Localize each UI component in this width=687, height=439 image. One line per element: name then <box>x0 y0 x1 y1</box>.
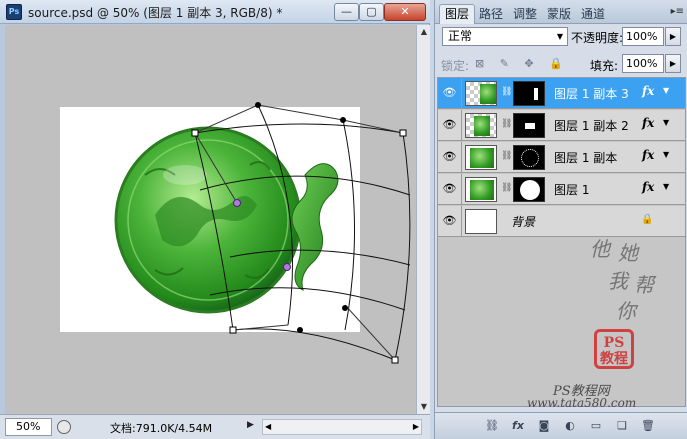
layer-name: 图层 1 副本 3 <box>554 87 629 101</box>
tab-paths[interactable]: 路径 <box>473 4 509 24</box>
panel-tabs: 图层 路径 调整 蒙版 通道 ▸≡ <box>435 0 687 24</box>
document-titlebar[interactable]: Ps source.psd @ 50% (图层 1 副本 3, RGB/8) *… <box>0 0 430 24</box>
opacity-slider-button[interactable]: ▶ <box>665 27 681 46</box>
new-group-icon[interactable]: ▭ <box>587 418 605 434</box>
adjustment-layer-icon[interactable]: ◐ <box>561 418 579 434</box>
layer-mask-thumbnail[interactable] <box>513 113 545 138</box>
photoshop-window: Ps source.psd @ 50% (图层 1 副本 3, RGB/8) *… <box>0 0 687 439</box>
opacity-field[interactable]: 100% <box>622 27 664 46</box>
layer-name: 图层 1 <box>554 183 590 197</box>
layer-mask-thumbnail[interactable] <box>513 81 545 106</box>
new-layer-icon[interactable]: ❏ <box>613 418 631 434</box>
fx-expand-icon[interactable]: ▼ <box>663 150 669 159</box>
visibility-eye-icon[interactable]: 👁 <box>441 117 458 132</box>
tab-layers[interactable]: 图层 <box>439 4 476 24</box>
background-thumbnail <box>465 209 497 234</box>
fx-icon[interactable]: fx <box>642 116 654 130</box>
tab-masks[interactable]: 蒙版 <box>541 4 577 24</box>
panel-footer: ⛓ fx ◙ ◐ ▭ ❏ 🗑 <box>435 412 687 439</box>
layer-thumbnail <box>465 145 497 170</box>
lock-label: 锁定: <box>441 59 470 73</box>
photoshop-app-icon: Ps <box>6 4 22 20</box>
document-title: source.psd @ 50% (图层 1 副本 3, RGB/8) * <box>28 6 283 20</box>
blend-mode-value: 正常 <box>448 29 473 43</box>
layer-style-fx-icon[interactable]: fx <box>509 418 527 434</box>
document-window: Ps source.psd @ 50% (图层 1 副本 3, RGB/8) *… <box>0 0 430 439</box>
opacity-label: 不透明度: <box>571 31 624 45</box>
layer-name: 背景 <box>511 215 536 229</box>
vertical-scrollbar[interactable]: ▲ ▼ <box>416 25 430 414</box>
handwriting-char: 他 <box>590 237 610 261</box>
fx-icon[interactable]: fx <box>642 180 654 194</box>
visibility-eye-icon[interactable]: 👁 <box>441 85 458 100</box>
visibility-eye-icon[interactable]: 👁 <box>441 213 458 228</box>
minimize-button[interactable]: — <box>334 3 359 21</box>
trash-icon[interactable]: 🗑 <box>639 418 657 434</box>
watermark-site-url: www.tata580.com <box>527 396 637 410</box>
red-seal-stamp: PS 教程 <box>594 329 634 369</box>
fx-icon[interactable]: fx <box>642 148 654 162</box>
handwriting-char: 我 <box>608 269 628 293</box>
lock-options-icons[interactable]: ⊠ ✎ ✥ 🔒 <box>475 57 569 70</box>
layer-row[interactable]: 👁 ⛓ 图层 1 副本 3 fx ▼ <box>438 78 685 109</box>
link-layers-icon[interactable]: ⛓ <box>483 418 501 434</box>
scroll-up-icon[interactable]: ▲ <box>418 25 430 39</box>
fx-expand-icon[interactable]: ▼ <box>663 182 669 191</box>
layer-mask-thumbnail[interactable] <box>513 145 545 170</box>
layer-row[interactable]: 👁 ⛓ 图层 1 副本 2 fx ▼ <box>438 110 685 141</box>
document-size-info: 文档:791.0K/4.54M <box>110 422 213 435</box>
handwriting-char: 帮 <box>634 273 654 297</box>
chain-link-icon[interactable]: ⛓ <box>501 183 512 193</box>
status-bar: 50% 文档:791.0K/4.54M ▶ ◀ ▶ <box>0 414 430 439</box>
blend-mode-select[interactable]: 正常 ▼ <box>442 27 568 46</box>
tab-adjustments[interactable]: 调整 <box>507 4 543 24</box>
chevron-down-icon: ▼ <box>556 32 563 41</box>
canvas-area[interactable] <box>5 25 416 414</box>
chain-link-icon[interactable]: ⛓ <box>501 87 512 97</box>
fx-expand-icon[interactable]: ▼ <box>663 118 669 127</box>
chain-link-icon[interactable]: ⛓ <box>501 119 512 129</box>
fill-slider-button[interactable]: ▶ <box>665 54 681 73</box>
layer-row[interactable]: 👁 ⛓ 图层 1 副本 fx ▼ <box>438 142 685 173</box>
fx-icon[interactable]: fx <box>642 84 654 98</box>
layer-name: 图层 1 副本 2 <box>554 119 629 133</box>
layer-thumbnail <box>465 177 497 202</box>
scroll-down-icon[interactable]: ▼ <box>418 400 430 414</box>
zoom-field[interactable]: 50% <box>5 418 52 436</box>
fill-field[interactable]: 100% <box>622 54 664 73</box>
horizontal-scrollbar[interactable]: ◀ ▶ <box>262 419 422 435</box>
handwriting-char: 她 <box>618 241 638 265</box>
panel-menu-icon[interactable]: ▸≡ <box>671 6 684 17</box>
tab-channels[interactable]: 通道 <box>575 4 611 24</box>
add-mask-icon[interactable]: ◙ <box>535 418 553 434</box>
close-button[interactable]: ✕ <box>384 3 426 21</box>
status-menu-arrow-icon[interactable]: ▶ <box>247 420 254 430</box>
fx-expand-icon[interactable]: ▼ <box>663 86 669 95</box>
status-info-icon[interactable] <box>57 420 71 434</box>
layers-panel: 图层 路径 调整 蒙版 通道 ▸≡ 正常 ▼ 不透明度: 100% ▶ 锁定: … <box>434 0 687 439</box>
chain-link-icon[interactable]: ⛓ <box>501 151 512 161</box>
visibility-eye-icon[interactable]: 👁 <box>441 149 458 164</box>
fill-label: 填充: <box>590 59 619 73</box>
layer-name: 图层 1 副本 <box>554 151 618 165</box>
lock-icon: 🔒 <box>641 214 654 225</box>
visibility-eye-icon[interactable]: 👁 <box>441 181 458 196</box>
layer-mask-thumbnail[interactable] <box>513 177 545 202</box>
layer-thumbnail <box>465 113 497 138</box>
maximize-button[interactable]: ▢ <box>359 3 384 21</box>
canvas-artwork[interactable] <box>5 25 416 414</box>
layer-thumbnail <box>465 81 497 106</box>
handwriting-char: 你 <box>616 299 636 323</box>
layer-row[interactable]: 👁 ⛓ 图层 1 fx ▼ <box>438 174 685 205</box>
layers-list: 👁 ⛓ 图层 1 副本 3 fx ▼ 👁 ⛓ 图层 1 副本 2 fx ▼ 👁 … <box>437 77 686 407</box>
scroll-left-icon[interactable]: ◀ <box>265 420 271 434</box>
scroll-right-icon[interactable]: ▶ <box>413 420 419 434</box>
